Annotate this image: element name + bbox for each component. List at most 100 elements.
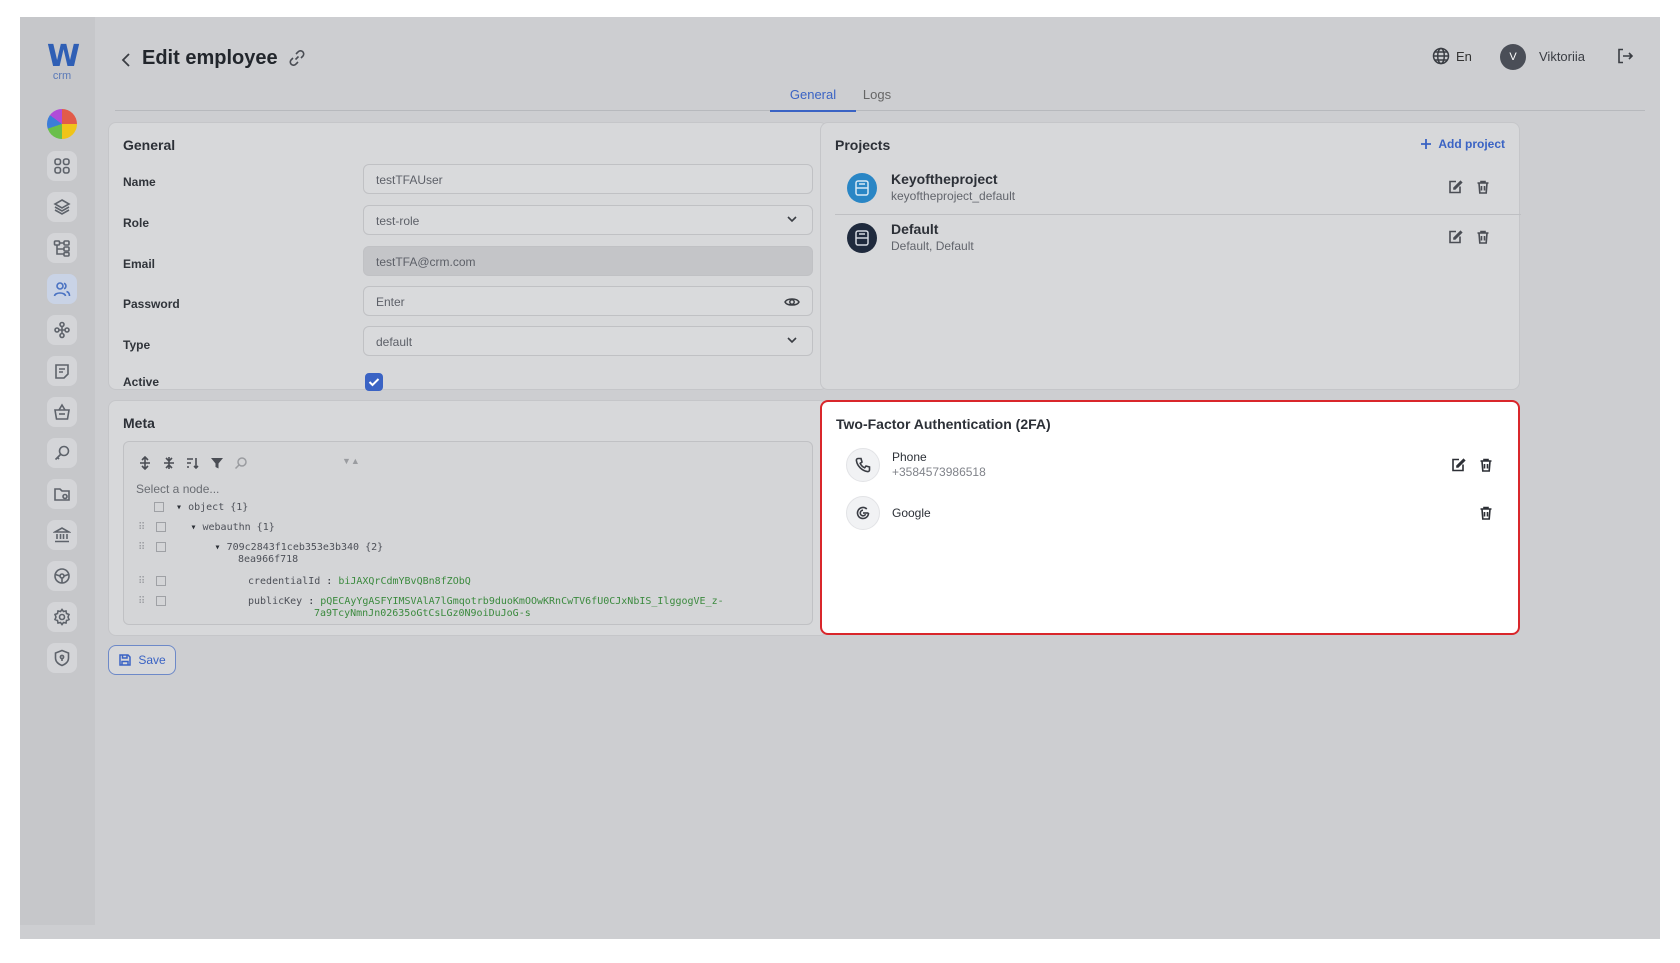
projects-card: Projects Add project Keyoftheproject key… (820, 122, 1521, 390)
avatar[interactable]: V (1500, 44, 1526, 70)
tfa-card: Two-Factor Authentication (2FA) Phone +3… (820, 400, 1520, 635)
sidebar-item-security[interactable] (47, 643, 77, 673)
json-row-credential[interactable]: ⠿ ▾ 709c2843f1ceb353e3b340 {2} (138, 542, 383, 553)
drag-handle-icon[interactable]: ⠿ (138, 576, 145, 587)
logo-letter: W (46, 39, 80, 74)
sidebar-item-drive[interactable] (47, 561, 77, 591)
project-name: Default (891, 221, 939, 237)
edit-icon[interactable] (1450, 457, 1466, 473)
save-button[interactable]: Save (108, 645, 176, 675)
role-label: Role (123, 216, 150, 230)
username[interactable]: Viktoriia (1539, 49, 1585, 64)
sidebar-item-org[interactable] (47, 315, 77, 345)
active-checkbox[interactable] (365, 373, 383, 391)
type-value: default (376, 335, 413, 349)
trash-icon[interactable] (1478, 457, 1494, 473)
tab-general[interactable]: General (770, 87, 856, 112)
sidebar-item-files[interactable] (47, 479, 77, 509)
drag-handle-icon[interactable]: ⠿ (138, 542, 145, 553)
expand-all-icon[interactable] (138, 456, 152, 470)
tab-logs[interactable]: Logs (857, 87, 897, 110)
edit-icon[interactable] (1447, 229, 1463, 245)
meta-card: Meta ▼▲ Select a node... ▾ object {1} ⠿ … (108, 400, 828, 636)
node-select-hint: Select a node... (136, 482, 220, 496)
sidebar-item-employees[interactable] (47, 274, 77, 304)
drag-handle-icon[interactable]: ⠿ (138, 596, 145, 607)
sidebar-item-bank[interactable] (47, 520, 77, 550)
role-select[interactable]: test-role (363, 205, 813, 235)
password-placeholder: Enter (376, 295, 405, 309)
general-card-title: General (123, 137, 176, 153)
key-icon (54, 445, 70, 461)
check-icon (368, 378, 380, 387)
trash-icon[interactable] (1475, 179, 1491, 195)
meta-card-title: Meta (123, 415, 155, 431)
logout-icon[interactable] (1616, 47, 1634, 65)
language-label: En (1456, 48, 1472, 64)
phone-icon (846, 448, 880, 482)
project-sub: Default, Default (891, 239, 974, 253)
page-title: Edit employee (142, 47, 278, 69)
trash-icon[interactable] (1475, 229, 1491, 245)
drag-handle-icon[interactable]: ⠿ (138, 522, 145, 533)
add-project-button[interactable]: Add project (1420, 137, 1505, 151)
password-field[interactable]: Enter (363, 286, 813, 316)
sidebar-item-settings[interactable] (47, 602, 77, 632)
language-switcher[interactable]: En (1432, 47, 1472, 65)
eye-icon[interactable] (784, 294, 800, 310)
tfa-method-phone[interactable]: Phone +3584573986518 (846, 448, 1496, 484)
project-row[interactable]: Default Default, Default (835, 217, 1521, 265)
project-row[interactable]: Keyoftheproject keyoftheproject_default (835, 167, 1521, 215)
layers-icon (53, 199, 71, 215)
color-wheel-icon[interactable] (47, 109, 77, 139)
save-label: Save (138, 653, 166, 667)
name-value: testTFAUser (376, 173, 443, 187)
active-label: Active (123, 375, 160, 389)
type-select[interactable]: default (363, 326, 813, 356)
tab-bar: General Logs (115, 83, 1645, 112)
notes-icon (55, 364, 69, 379)
type-label: Type (123, 338, 151, 352)
json-row-credentialId[interactable]: ⠿ credentialId : biJAXQrCdmYBvQBn8fZObQ (138, 576, 471, 587)
tfa-card-title: Two-Factor Authentication (2FA) (836, 416, 1051, 432)
app-logo[interactable]: W crm (44, 39, 80, 82)
shield-icon (54, 649, 70, 667)
app-frame: W crm Edit employee En V Viktoriia Gener… (20, 17, 1660, 939)
tfa-method-google[interactable]: Google (846, 496, 1496, 532)
sidebar-item-keys[interactable] (47, 438, 77, 468)
project-name: Keyoftheproject (891, 171, 998, 187)
project-sub: keyoftheproject_default (891, 189, 1016, 203)
json-editor[interactable]: ▼▲ Select a node... ▾ object {1} ⠿ ▾ web… (123, 441, 813, 625)
filter-icon[interactable] (210, 456, 224, 470)
sidebar-item-orders[interactable] (47, 397, 77, 427)
nav-arrows-icon[interactable]: ▼▲ (342, 456, 360, 466)
edit-icon[interactable] (1447, 179, 1463, 195)
org-chart-icon (54, 321, 70, 339)
search-icon[interactable] (234, 456, 248, 470)
sidebar-item-dashboard[interactable] (47, 151, 77, 181)
settings-icon (53, 608, 71, 626)
back-chevron-icon[interactable] (120, 51, 136, 71)
sort-icon[interactable] (186, 456, 200, 470)
bank-icon (53, 527, 71, 543)
json-row-credential-cont: 8ea966f718 (238, 554, 299, 565)
json-row-publicKey[interactable]: ⠿ publicKey : pQECAyYgASFYIMSVAlA7lGmqot… (138, 596, 724, 607)
name-field[interactable]: testTFAUser (363, 164, 813, 194)
json-row-publicKey-cont: 7a9TcyNmnJn02635oGtCsLGz0N9oiDuJoG-s (314, 608, 531, 619)
collapse-all-icon[interactable] (162, 456, 176, 470)
sidebar-item-hierarchy[interactable] (47, 233, 77, 263)
sidebar-item-layers[interactable] (47, 192, 77, 222)
users-icon (53, 282, 71, 297)
google-icon (846, 496, 880, 530)
json-row-root[interactable]: ▾ object {1} (154, 502, 248, 513)
email-label: Email (123, 257, 156, 271)
link-icon[interactable] (288, 49, 306, 67)
general-card: General Name testTFAUser Role test-role … (108, 122, 828, 391)
projects-card-title: Projects (835, 137, 891, 153)
sidebar-item-notes[interactable] (47, 356, 77, 386)
chevron-down-icon (787, 337, 797, 344)
email-field: testTFA@crm.com (363, 246, 813, 276)
json-row-webauthn[interactable]: ⠿ ▾ webauthn {1} (138, 522, 275, 533)
sidebar: W crm (20, 17, 95, 925)
trash-icon[interactable] (1478, 505, 1494, 521)
